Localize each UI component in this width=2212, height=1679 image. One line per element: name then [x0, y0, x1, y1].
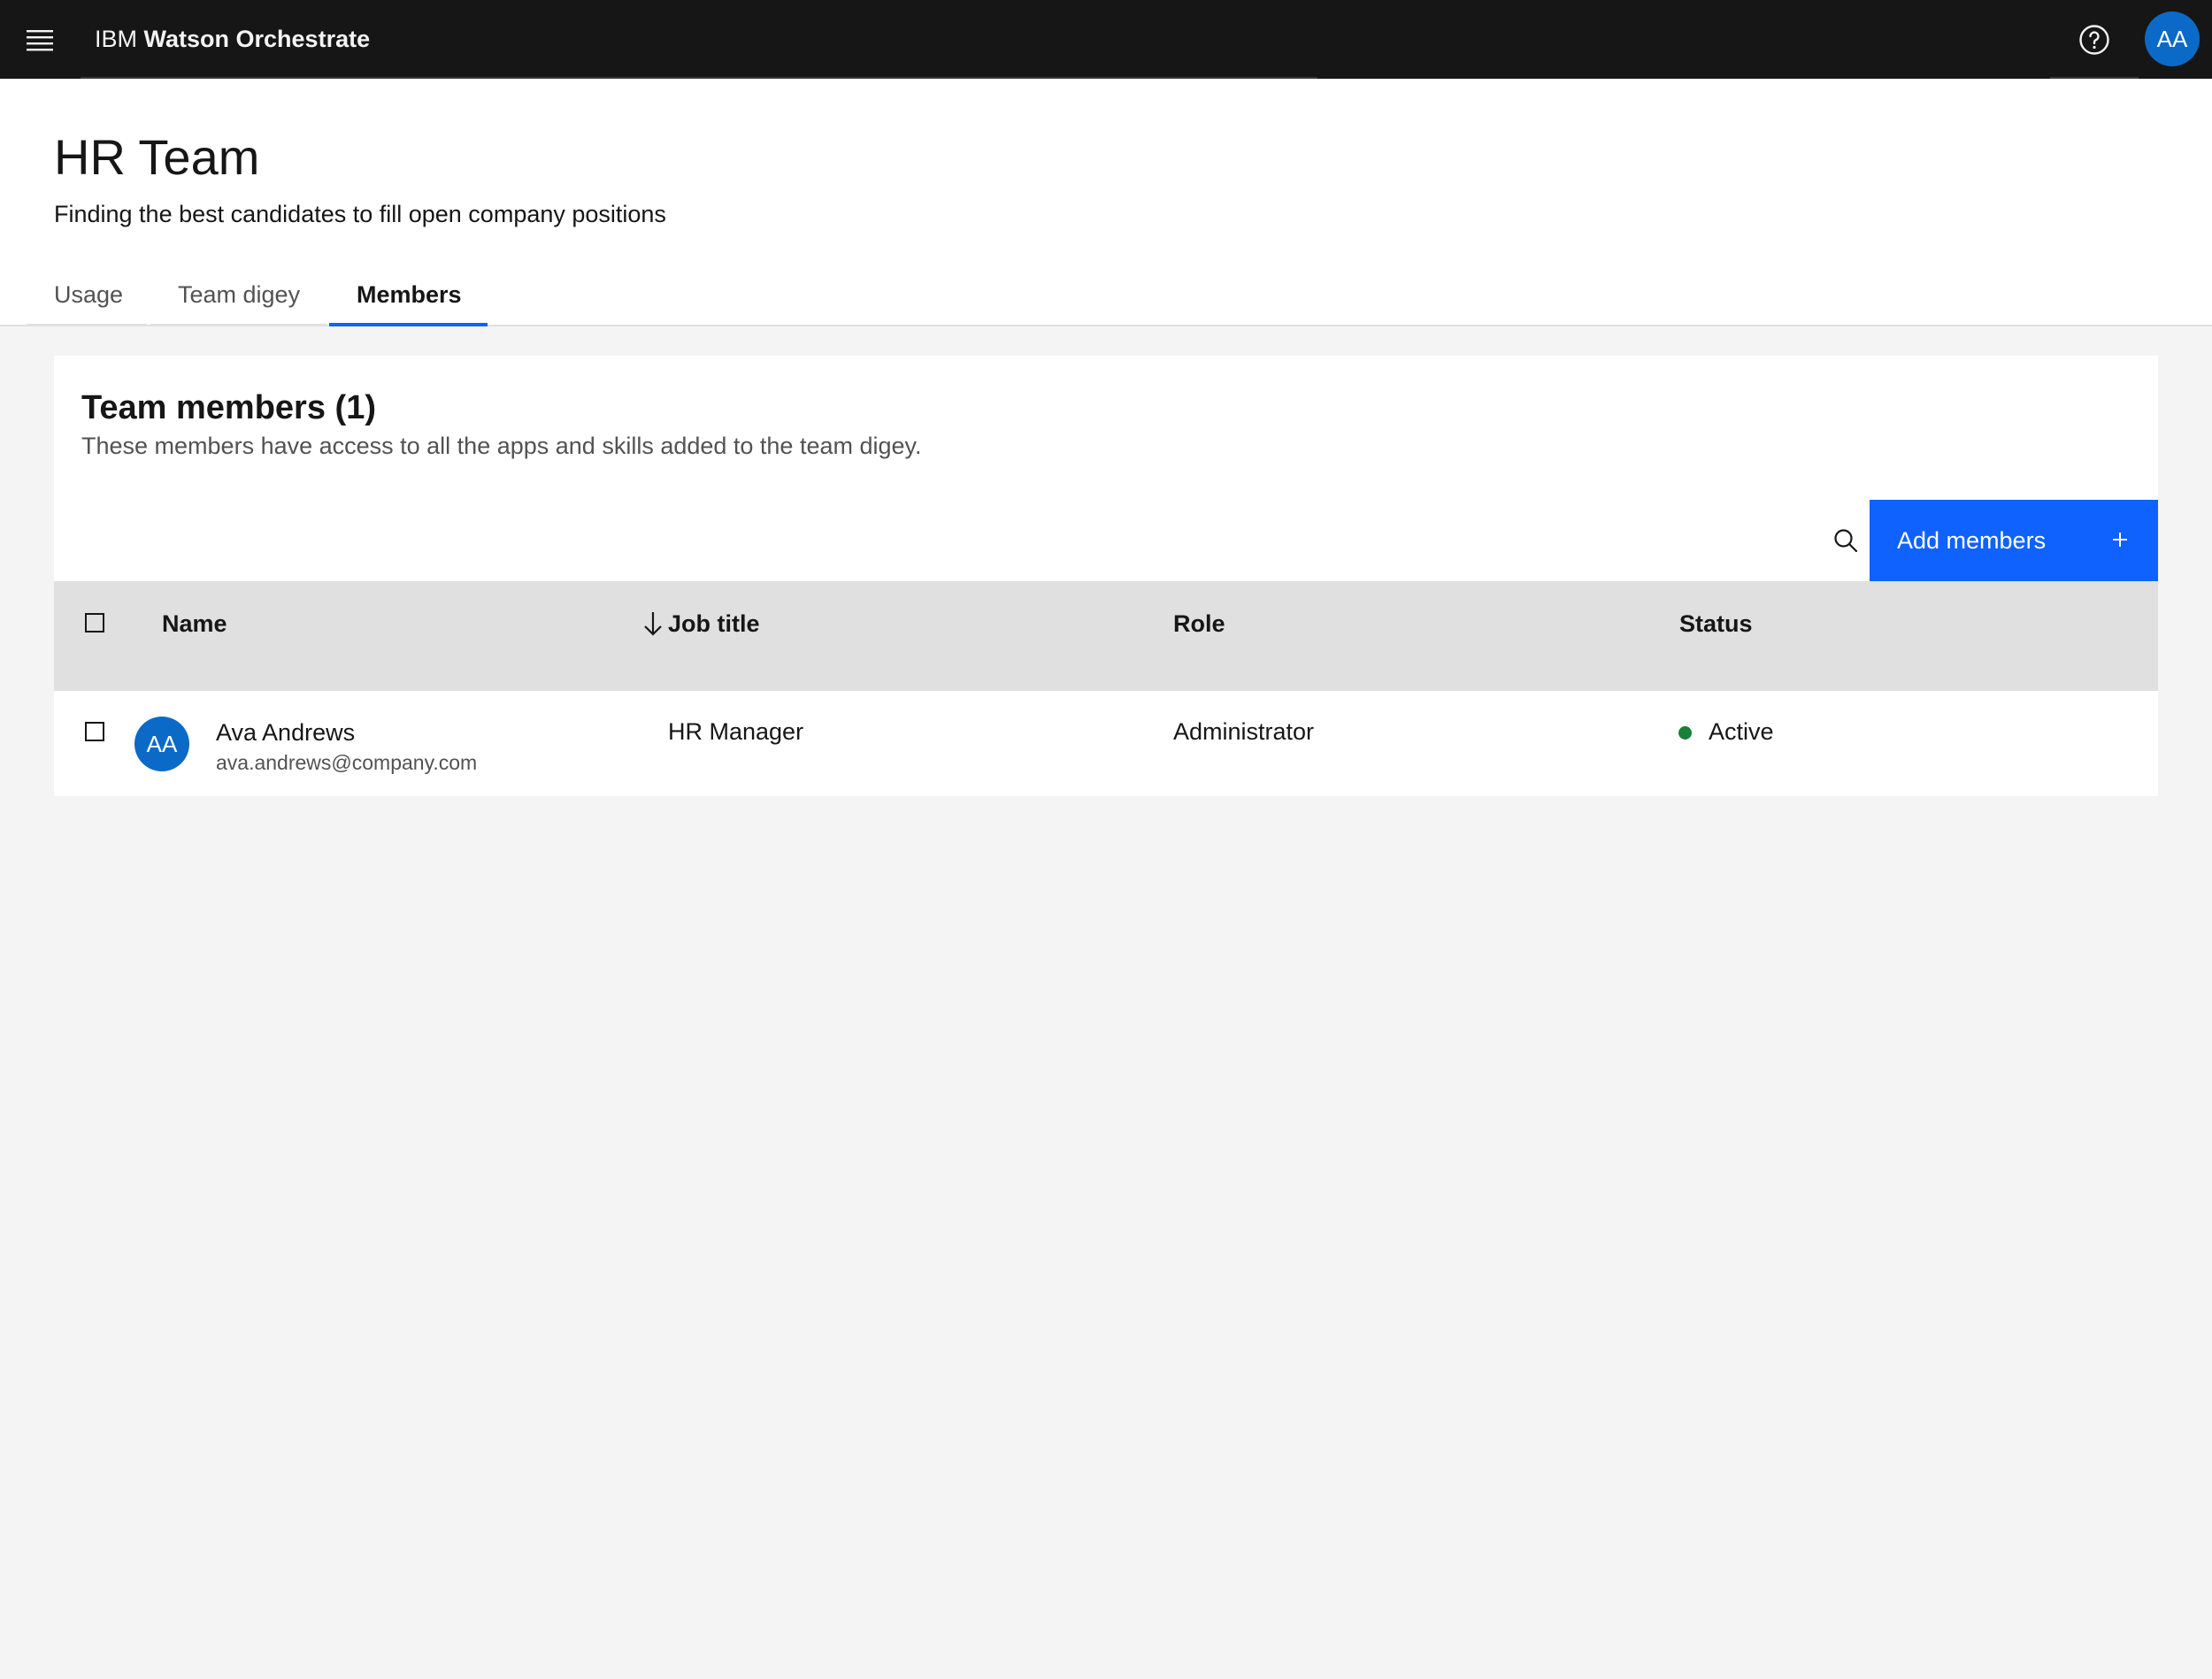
brand-prefix: IBM — [95, 26, 138, 52]
main-menu-button[interactable] — [12, 12, 67, 67]
tab-usage[interactable]: Usage — [27, 265, 147, 326]
page-title: HR Team — [54, 129, 260, 185]
tab-team-digey[interactable]: Team digey — [150, 265, 326, 326]
status-active-indicator — [1678, 726, 1692, 740]
team-members-title: Team members (1) — [81, 389, 376, 426]
tab-label: Usage — [54, 281, 124, 308]
column-header-job-title[interactable]: Job title — [668, 608, 760, 640]
member-email: ava.andrews@company.com — [216, 751, 478, 774]
team-members-card: Team members (1) These members have acce… — [54, 356, 2158, 796]
member-job-title: HR Manager — [668, 718, 804, 745]
user-avatar-button[interactable]: AA — [2145, 12, 2200, 66]
member-avatar: AA — [134, 717, 189, 771]
add-members-label: Add members — [1897, 527, 2047, 554]
member-name: Ava Andrews — [216, 719, 356, 746]
tab-label: Team digey — [178, 281, 301, 308]
hamburger-menu-icon — [27, 30, 53, 51]
table-header: Name Job title Role Status — [54, 581, 2158, 691]
tab-members[interactable]: Members — [329, 265, 488, 326]
member-role: Administrator — [1173, 718, 1315, 745]
team-members-description: These members have access to all the app… — [81, 433, 922, 459]
search-icon — [1834, 529, 1858, 553]
plus-icon — [2107, 521, 2133, 558]
member-status: Active — [1709, 718, 1774, 745]
select-all-checkbox[interactable] — [85, 613, 104, 632]
table-row[interactable]: AA Ava Andrews ava.andrews@company.com H… — [54, 691, 2158, 796]
top-header-bar: IBM Watson Orchestrate AA — [0, 0, 2212, 79]
column-header-status[interactable]: Status — [1679, 608, 1753, 640]
column-header-name[interactable]: Name — [162, 608, 227, 640]
arrow-down-icon — [644, 612, 662, 636]
help-icon — [2079, 25, 2109, 55]
row-select-checkbox[interactable] — [85, 722, 104, 741]
help-button[interactable] — [2067, 12, 2122, 67]
tab-label: Members — [357, 281, 462, 308]
add-members-button[interactable]: Add members — [1870, 500, 2158, 581]
column-header-role[interactable]: Role — [1173, 608, 1225, 640]
brand-product: Watson Orchestrate — [143, 26, 371, 52]
page-subtitle: Finding the best candidates to fill open… — [54, 201, 666, 227]
product-name[interactable]: IBM Watson Orchestrate — [95, 24, 370, 54]
